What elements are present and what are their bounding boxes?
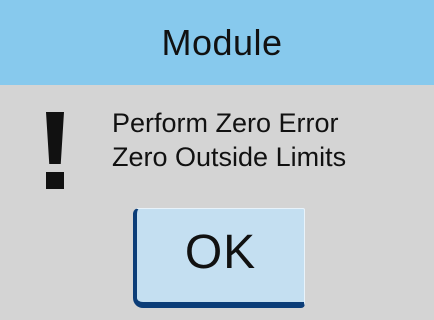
dialog-title: Module [161, 21, 283, 63]
exclamation-bar [46, 112, 64, 164]
exclamation-dot [46, 172, 64, 189]
message-line: Perform Zero Error [112, 108, 339, 138]
dialog-title-bar: Module [0, 0, 434, 85]
message-line: Zero Outside Limits [112, 142, 347, 172]
dialog-message: Perform Zero Error Zero Outside Limits [112, 106, 422, 174]
ok-button-label: OK [184, 226, 257, 279]
error-dialog: Module Perform Zero Error Zero Outside L… [0, 0, 434, 320]
exclamation-icon [42, 112, 74, 190]
ok-button[interactable]: OK [133, 208, 305, 308]
